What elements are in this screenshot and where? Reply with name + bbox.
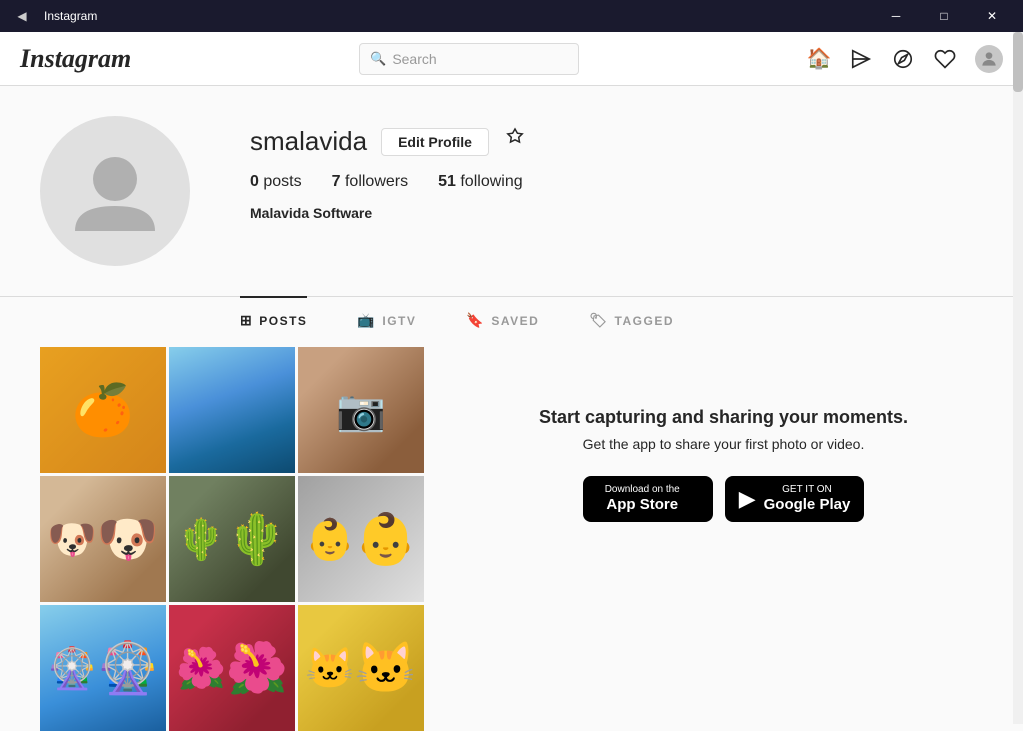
tab-tagged[interactable]: 🏷 TAGGED	[589, 296, 674, 343]
back-button[interactable]: ◀	[8, 2, 36, 30]
followers-label: followers	[345, 173, 408, 190]
avatar[interactable]	[975, 45, 1003, 73]
posts-label: posts	[263, 173, 301, 190]
titlebar: ◀ Instagram ─ □ ✕	[0, 0, 1023, 32]
photo-cell[interactable]	[40, 347, 166, 473]
search-wrap: 🔍 Search	[131, 43, 807, 75]
posts-tab-icon: ⊞	[240, 312, 253, 329]
googleplay-text: GET IT ON Google Play	[764, 484, 851, 514]
appstore-small-text: Download on the	[605, 484, 680, 496]
tab-saved[interactable]: 🔖 SAVED	[466, 296, 539, 343]
edit-profile-button[interactable]: Edit Profile	[381, 128, 489, 156]
googleplay-big-text: Google Play	[764, 496, 851, 514]
following-count: 51	[438, 173, 456, 190]
nav-icons: 🏠	[807, 45, 1003, 73]
titlebar-title: Instagram	[44, 9, 873, 23]
scrollbar-thumb[interactable]	[1013, 32, 1023, 92]
googleplay-small-text: GET IT ON	[764, 484, 851, 496]
saved-tab-icon: 🔖	[466, 312, 485, 329]
appstore-text: Download on the App Store	[605, 484, 680, 514]
photo-cell[interactable]: 👶	[298, 476, 424, 602]
instagram-logo: Instagram	[20, 44, 131, 74]
profile-row1: smalavida Edit Profile	[250, 126, 983, 157]
photo-cell[interactable]: 🌺	[169, 605, 295, 731]
photo-grid: 📷 🐶 🌵 👶 🎡 🌺 🐱	[40, 347, 424, 731]
saved-tab-label: SAVED	[491, 314, 539, 328]
home-icon[interactable]: 🏠	[807, 47, 831, 71]
profile-header: smalavida Edit Profile 0 posts 7 followe…	[40, 116, 983, 266]
photo-cell[interactable]: 🐱	[298, 605, 424, 731]
posts-count: 0	[250, 173, 259, 190]
profile-display-name: Malavida Software	[250, 205, 983, 221]
profile-username: smalavida	[250, 126, 367, 157]
appstore-button[interactable]: Download on the App Store	[583, 476, 713, 522]
photo-cell[interactable]: 📷	[298, 347, 424, 473]
appstore-big-text: App Store	[605, 496, 680, 514]
window-controls: ─ □ ✕	[873, 0, 1015, 32]
avatar-icon	[65, 141, 165, 241]
search-icon: 🔍	[370, 51, 386, 67]
posts-stat: 0 posts	[250, 173, 302, 191]
photo-cell[interactable]: 🐶	[40, 476, 166, 602]
search-bar[interactable]: 🔍 Search	[359, 43, 579, 75]
cta-area: Start capturing and sharing your moments…	[464, 347, 983, 522]
store-buttons: Download on the App Store ▶ GET IT ON Go…	[583, 476, 865, 522]
maximize-button[interactable]: □	[921, 0, 967, 32]
send-icon[interactable]	[849, 47, 873, 71]
close-button[interactable]: ✕	[969, 0, 1015, 32]
cta-subtitle: Get the app to share your first photo or…	[583, 436, 865, 452]
following-label: following	[460, 173, 522, 190]
profile-tabs: ⊞ POSTS 📺 IGTV 🔖 SAVED 🏷 TAGGED	[240, 297, 983, 343]
followers-count: 7	[332, 173, 341, 190]
navbar: Instagram 🔍 Search 🏠	[0, 32, 1023, 86]
explore-icon[interactable]	[891, 47, 915, 71]
search-placeholder: Search	[392, 51, 436, 67]
profile-avatar	[40, 116, 190, 266]
content-area: 📷 🐶 🌵 👶 🎡 🌺 🐱 Start capturing and sharin…	[40, 343, 983, 731]
scrollbar[interactable]	[1013, 32, 1023, 724]
googleplay-button[interactable]: ▶ GET IT ON Google Play	[725, 476, 865, 522]
profile-stats: 0 posts 7 followers 51 following	[250, 173, 983, 191]
posts-tab-label: POSTS	[259, 314, 307, 328]
photo-cell[interactable]: 🌵	[169, 476, 295, 602]
photo-cell[interactable]: 🎡	[40, 605, 166, 731]
following-stat[interactable]: 51 following	[438, 173, 523, 191]
badge-icon	[503, 127, 527, 157]
main-content: smalavida Edit Profile 0 posts 7 followe…	[0, 86, 1023, 731]
tab-posts[interactable]: ⊞ POSTS	[240, 296, 307, 343]
followers-stat[interactable]: 7 followers	[332, 173, 409, 191]
photo-cell[interactable]	[169, 347, 295, 473]
heart-icon[interactable]	[933, 47, 957, 71]
cta-title: Start capturing and sharing your moments…	[539, 407, 908, 428]
tagged-tab-icon: 🏷	[589, 312, 608, 329]
tagged-tab-label: TAGGED	[615, 314, 674, 328]
tab-igtv[interactable]: 📺 IGTV	[357, 296, 416, 343]
igtv-tab-icon: 📺	[357, 312, 376, 329]
minimize-button[interactable]: ─	[873, 0, 919, 32]
profile-info: smalavida Edit Profile 0 posts 7 followe…	[250, 116, 983, 221]
google-play-icon: ▶	[739, 486, 756, 512]
igtv-tab-label: IGTV	[382, 314, 416, 328]
